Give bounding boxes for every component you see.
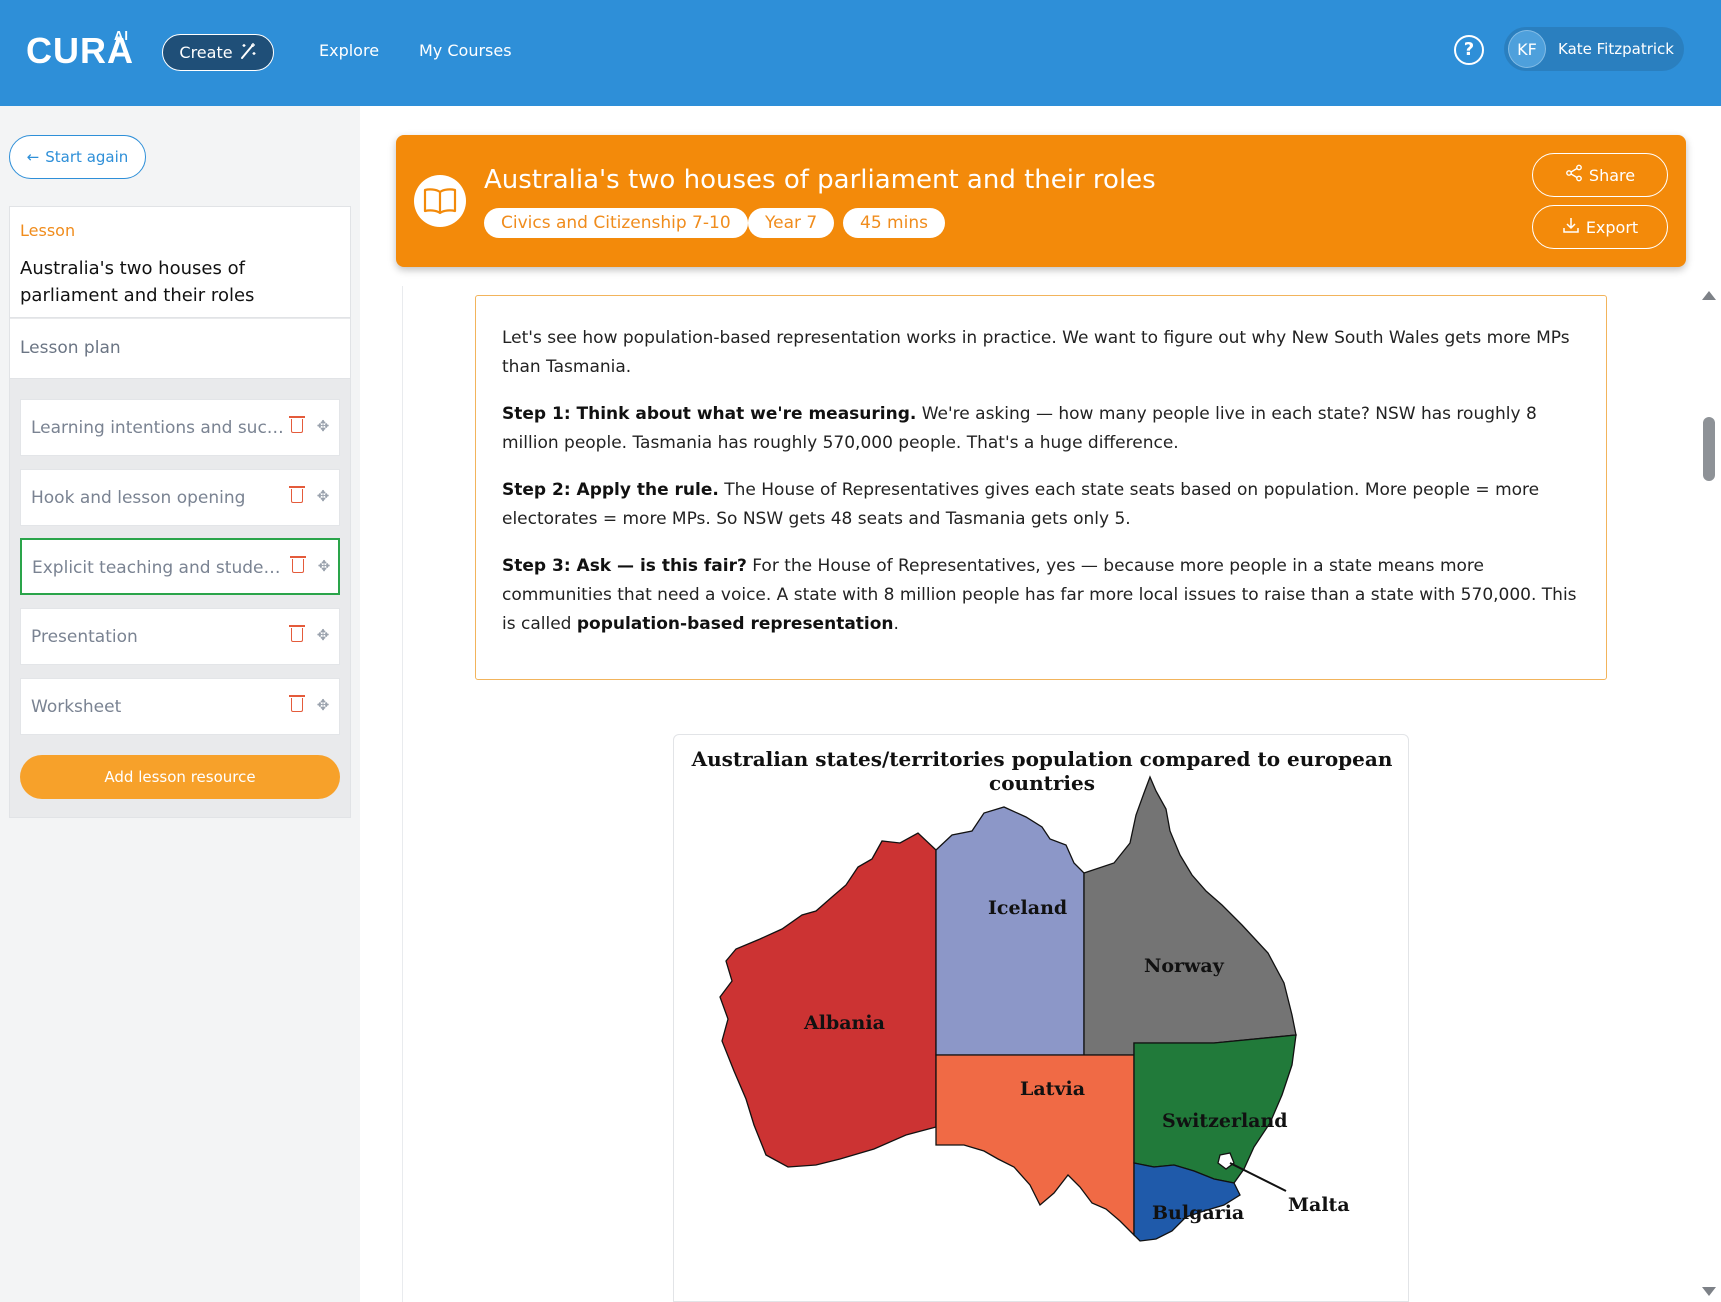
trash-icon[interactable] xyxy=(289,625,305,642)
trash-icon[interactable] xyxy=(290,556,306,573)
year-tag: Year 7 xyxy=(748,208,835,238)
map-label-switzerland: Switzerland xyxy=(1162,1110,1288,1132)
lesson-label: Lesson xyxy=(20,221,76,240)
resource-item[interactable]: Hook and lesson opening ✥ xyxy=(20,469,340,526)
export-label: Export xyxy=(1585,217,1639,237)
map-label-bulgaria: Bulgaria xyxy=(1152,1202,1244,1224)
drag-move-icon[interactable]: ✥ xyxy=(314,417,332,435)
start-again-button[interactable]: ← Start again xyxy=(9,135,146,179)
drag-move-icon[interactable]: ✥ xyxy=(314,487,332,505)
intro-paragraph: Let's see how population-based represent… xyxy=(502,328,1570,377)
map-label-iceland: Iceland xyxy=(988,897,1067,919)
map-region-nt xyxy=(935,806,1085,1056)
trash-icon[interactable] xyxy=(289,416,305,433)
lesson-outline-panel: Lesson Australia's two houses of parliam… xyxy=(9,206,351,818)
resource-item-active[interactable]: Explicit teaching and student practice ✥ xyxy=(20,538,340,595)
australia-map: Albania Iceland Norway Latvia Switzerlan… xyxy=(719,775,1350,1242)
magic-wand-icon xyxy=(239,42,257,64)
resource-label: Hook and lesson opening xyxy=(31,488,246,508)
step-3-paragraph: Step 3: Ask — is this fair? For the Hous… xyxy=(502,556,1577,634)
resource-item[interactable]: Worksheet ✥ xyxy=(20,678,340,735)
top-navigation-bar: CURA AI Create Explore My Courses ? KF Ka… xyxy=(0,0,1721,106)
step-1-paragraph: Step 1: Think about what we're measuring… xyxy=(502,404,1537,453)
help-circle-icon[interactable]: ? xyxy=(1454,35,1484,65)
lesson-summary: Lesson Australia's two houses of parliam… xyxy=(10,207,350,318)
trash-icon[interactable] xyxy=(289,695,305,712)
user-name: Kate Fitzpatrick xyxy=(1558,40,1674,58)
share-icon xyxy=(1565,164,1583,186)
map-label-norway: Norway xyxy=(1144,955,1225,977)
map-region-nsw xyxy=(1133,1034,1297,1184)
resource-label: Explicit teaching and student practice xyxy=(32,558,290,578)
population-map: Australian states/territories population… xyxy=(673,734,1409,1302)
resource-label: Worksheet xyxy=(31,697,122,717)
lesson-header: Australia's two houses of parliament and… xyxy=(396,135,1686,267)
drag-move-icon[interactable]: ✥ xyxy=(314,626,332,644)
trash-icon[interactable] xyxy=(289,486,305,503)
cura-logo[interactable]: CURA AI xyxy=(26,28,134,72)
export-button[interactable]: Export xyxy=(1532,205,1668,249)
map-label-malta: Malta xyxy=(1288,1194,1350,1216)
share-button[interactable]: Share xyxy=(1532,153,1668,197)
add-lesson-resource-button[interactable]: Add lesson resource xyxy=(20,755,340,799)
share-label: Share xyxy=(1588,165,1636,185)
lesson-plan-item[interactable]: Lesson plan xyxy=(10,319,350,379)
download-icon xyxy=(1562,216,1580,238)
avatar: KF xyxy=(1508,30,1546,68)
step-2-paragraph: Step 2: Apply the rule. The House of Rep… xyxy=(502,480,1540,529)
nav-explore-link[interactable]: Explore xyxy=(319,41,379,60)
user-menu[interactable]: KF Kate Fitzpatrick xyxy=(1504,27,1684,71)
arrow-left-icon: ← xyxy=(26,148,40,166)
duration-tag: 45 mins xyxy=(843,208,945,238)
resource-item[interactable]: Presentation ✥ xyxy=(20,608,340,665)
lesson-plan-label: Lesson plan xyxy=(20,338,121,358)
resource-label: Presentation xyxy=(31,627,138,647)
scrollbar-thumb[interactable] xyxy=(1703,417,1715,481)
subject-tag: Civics and Citizenship 7-10 xyxy=(484,208,748,238)
lesson-title: Australia's two houses of parliament and… xyxy=(20,258,255,306)
start-again-label: Start again xyxy=(45,148,129,166)
create-button-label: Create xyxy=(179,43,233,62)
lesson-content: Let's see how population-based represent… xyxy=(402,286,1678,1302)
resource-item[interactable]: Learning intentions and success criteria… xyxy=(20,399,340,456)
explanation-card: Let's see how population-based represent… xyxy=(475,295,1607,680)
scroll-down-arrow[interactable] xyxy=(1702,1287,1716,1296)
nav-my-courses-link[interactable]: My Courses xyxy=(419,41,512,60)
map-label-latvia: Latvia xyxy=(1020,1078,1085,1100)
drag-move-icon[interactable]: ✥ xyxy=(314,696,332,714)
scroll-up-arrow[interactable] xyxy=(1702,291,1716,300)
book-icon xyxy=(414,175,466,227)
resource-label: Learning intentions and success criteria xyxy=(31,418,289,438)
drag-move-icon[interactable]: ✥ xyxy=(315,557,333,575)
create-button[interactable]: Create xyxy=(162,34,274,71)
map-region-qld xyxy=(1083,775,1297,1056)
page-title: Australia's two houses of parliament and… xyxy=(484,165,1156,195)
map-label-albania: Albania xyxy=(803,1012,885,1034)
map-region-wa xyxy=(719,832,937,1168)
